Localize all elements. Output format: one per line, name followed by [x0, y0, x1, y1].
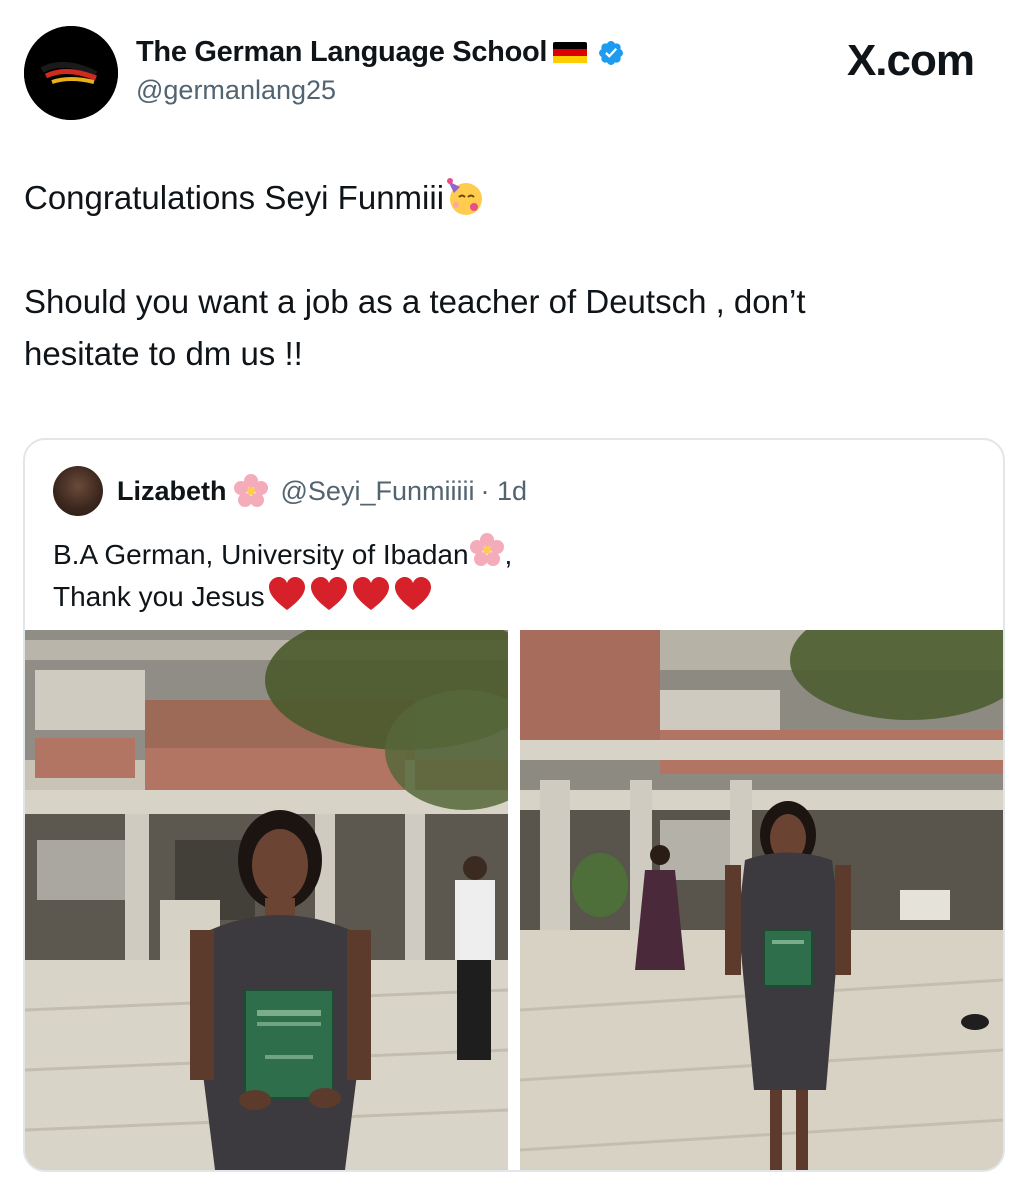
tweet-line-2: Should you want a job as a teacher of De…	[24, 283, 806, 320]
germany-flag-icon	[553, 41, 588, 64]
cherry-blossom-emoji	[233, 474, 268, 507]
graduation-photo-2[interactable]	[520, 630, 1003, 1170]
hearts-row	[265, 577, 433, 612]
verified-badge-icon	[599, 40, 624, 65]
red-heart-emoji	[394, 577, 431, 610]
tweet-line-3: hesitate to dm us !!	[24, 335, 303, 372]
quoted-line-1-suffix: ,	[504, 539, 513, 570]
quoted-tweet-header: Lizabeth @Seyi_Funmiiiii · 1d	[53, 466, 527, 516]
partying-face-emoji	[447, 178, 483, 215]
x-brand-logo: X.com	[846, 36, 975, 85]
tweet-header: The German Language School @germanlang25…	[24, 26, 1004, 122]
graduation-photo-1[interactable]	[25, 630, 508, 1170]
quoted-tweet-media	[25, 630, 1003, 1170]
author-handle[interactable]: @germanlang25	[136, 75, 625, 106]
quoted-tweet-time: · 1d	[480, 475, 528, 506]
profile-avatar[interactable]	[24, 26, 118, 120]
quoted-tweet-body: B.A German, University of Ibadan , Thank…	[53, 532, 512, 618]
author-info: The German Language School @germanlang25	[136, 36, 625, 106]
red-heart-emoji	[352, 577, 389, 610]
quoted-tweet-card[interactable]: Lizabeth @Seyi_Funmiiiii · 1d B.A German…	[23, 438, 1005, 1172]
cherry-blossom-emoji	[469, 533, 504, 566]
red-heart-emoji	[310, 577, 347, 610]
tweet-line-1: Congratulations Seyi Funmiii	[24, 179, 445, 216]
quoted-line-2: Thank you Jesus	[53, 581, 265, 612]
quoted-author-avatar[interactable]	[53, 466, 103, 516]
red-heart-emoji	[268, 577, 305, 610]
quoted-author-handle[interactable]: @Seyi_Funmiiiii	[281, 476, 475, 507]
quoted-line-1: B.A German, University of Ibadan	[53, 539, 469, 570]
author-display-name: The German Language School	[136, 36, 548, 68]
quoted-author-name[interactable]: Lizabeth	[117, 476, 227, 507]
author-name-row[interactable]: The German Language School	[136, 36, 625, 69]
tweet-body: Congratulations Seyi Funmiii Should you …	[24, 172, 994, 380]
